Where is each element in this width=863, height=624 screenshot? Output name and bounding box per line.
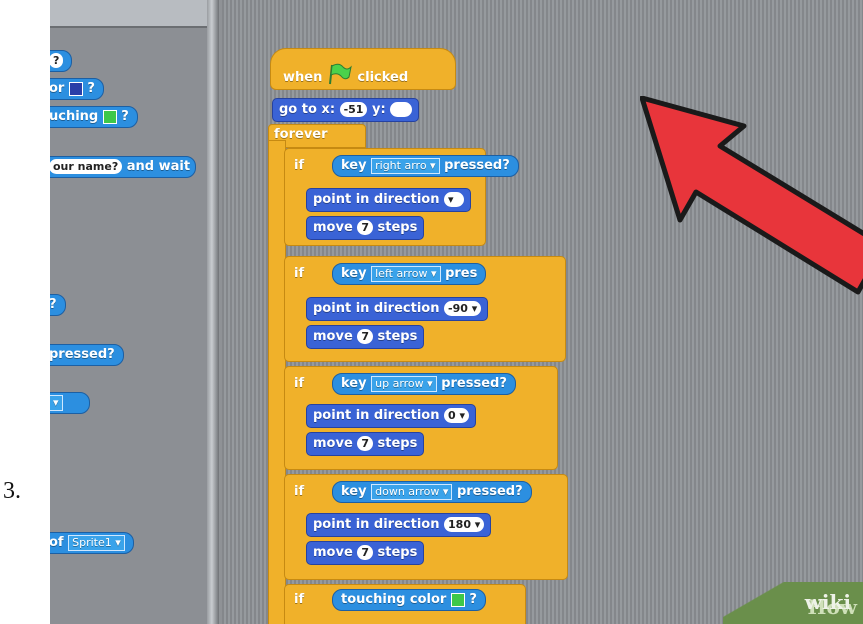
pressed-label: pressed? — [444, 158, 510, 173]
if-label: if — [294, 592, 305, 607]
pressed-label: pressed? — [441, 376, 507, 391]
move-label: move — [313, 545, 353, 560]
key-label: key — [341, 484, 367, 499]
key-pressed-condition[interactable]: key right arro ▾ pressed? — [332, 155, 519, 177]
palette-label: ? — [50, 297, 57, 312]
go-to-x-label: go to x: — [279, 102, 336, 117]
palette-touching-color-block[interactable]: uching ? — [50, 106, 138, 128]
move-label: move — [313, 329, 353, 344]
palette-sensing-block[interactable]: ? — [50, 50, 73, 72]
point-in-direction-block[interactable]: point in direction -90 ▾ — [306, 297, 489, 321]
screenshot-frame: ? or ? uching ? our name? and wait ? pre… — [50, 0, 863, 624]
move-steps-block[interactable]: move 7 steps — [306, 325, 425, 349]
steps-label: steps — [377, 220, 418, 235]
block-palette[interactable]: ? or ? uching ? our name? and wait ? pre… — [50, 0, 213, 624]
key-pressed-condition[interactable]: key left arrow ▾ pres — [332, 263, 487, 285]
key-label: key — [341, 266, 367, 281]
point-label: point in direction — [313, 192, 440, 207]
point-in-direction-block[interactable]: point in direction 0 ▾ — [306, 404, 477, 428]
palette-label: of — [50, 535, 64, 550]
palette-dropdown[interactable]: ▾ — [50, 394, 63, 411]
move-label: move — [313, 436, 353, 451]
pane-divider[interactable] — [207, 0, 219, 624]
scripts-area[interactable]: when clicked go to x: -51 y: forever if … — [222, 0, 863, 624]
move-steps-block[interactable]: move 7 steps — [306, 541, 425, 565]
green-flag-icon — [327, 63, 353, 92]
palette-label: or — [50, 81, 65, 96]
step-number: 3. — [3, 478, 21, 504]
steps-input[interactable]: 7 — [357, 436, 373, 451]
if-label: if — [294, 484, 305, 499]
color-swatch[interactable] — [68, 81, 83, 96]
direction-input[interactable]: 0 ▾ — [444, 408, 470, 423]
pressed-label: pressed? — [456, 484, 523, 499]
if-label: if — [294, 158, 305, 173]
palette-key-pressed-block[interactable]: pressed? — [50, 344, 124, 366]
palette-label: uching — [50, 109, 99, 124]
move-label: move — [313, 220, 353, 235]
steps-input[interactable]: 7 — [357, 329, 373, 344]
key-dropdown[interactable]: up arrow ▾ — [371, 375, 437, 392]
steps-input[interactable]: 7 — [357, 545, 373, 560]
key-dropdown[interactable]: left arrow ▾ — [371, 265, 441, 282]
palette-sensing-block-2[interactable]: ? — [50, 294, 66, 316]
when-flag-clicked-block[interactable]: when clicked — [270, 48, 456, 90]
palette-tail: ? — [121, 109, 129, 124]
palette-label: pressed? — [50, 347, 115, 362]
palette-ask-block[interactable]: our name? and wait — [50, 156, 197, 178]
watermark-wiki: wiki — [804, 590, 851, 614]
key-dropdown[interactable]: down arrow ▾ — [371, 483, 453, 500]
wikihow-watermark: wiki How — [723, 582, 863, 624]
direction-input[interactable]: -90 ▾ — [444, 301, 482, 316]
pressed-label: pres — [445, 266, 478, 281]
when-label: when — [283, 70, 323, 85]
key-pressed-condition[interactable]: key down arrow ▾ pressed? — [332, 481, 532, 503]
point-in-direction-block[interactable]: point in direction 180 ▾ — [306, 513, 492, 537]
color-swatch[interactable] — [450, 592, 465, 607]
palette-tail: ? — [87, 81, 95, 96]
palette-slot: ? — [50, 53, 64, 68]
steps-label: steps — [377, 436, 418, 451]
steps-label: steps — [377, 329, 418, 344]
point-label: point in direction — [313, 517, 440, 532]
y-label: y: — [371, 102, 386, 117]
palette-tail: and wait — [126, 159, 191, 174]
direction-input[interactable]: 180 ▾ — [444, 517, 485, 532]
key-label: key — [341, 158, 367, 173]
key-dropdown[interactable]: right arro ▾ — [371, 157, 440, 174]
point-label: point in direction — [313, 408, 440, 423]
clicked-label: clicked — [357, 70, 409, 85]
move-steps-block[interactable]: move 7 steps — [306, 432, 425, 456]
if-label: if — [294, 376, 305, 391]
point-in-direction-block[interactable]: point in direction ▾ — [306, 188, 472, 212]
touching-color-condition[interactable]: touching color ? — [332, 589, 486, 611]
palette-attribute-of-block[interactable]: of Sprite1 ▾ — [50, 532, 134, 554]
key-label: key — [341, 376, 367, 391]
x-input[interactable]: -51 — [339, 102, 368, 117]
palette-header — [50, 0, 210, 28]
sprite-dropdown[interactable]: Sprite1 ▾ — [68, 534, 125, 551]
direction-input[interactable]: ▾ — [444, 192, 465, 207]
touching-tail: ? — [469, 592, 477, 607]
red-arrow-pointer-icon — [640, 96, 863, 295]
color-swatch[interactable] — [102, 109, 117, 124]
move-steps-block[interactable]: move 7 steps — [306, 216, 425, 240]
go-to-xy-block[interactable]: go to x: -51 y: — [272, 98, 420, 122]
steps-label: steps — [377, 545, 418, 560]
key-pressed-condition[interactable]: key up arrow ▾ pressed? — [332, 373, 516, 395]
y-input[interactable] — [390, 102, 413, 117]
palette-slot: our name? — [50, 159, 123, 174]
touching-label: touching color — [341, 592, 447, 607]
steps-input[interactable]: 7 — [357, 220, 373, 235]
palette-menu-block[interactable]: ▾ — [50, 392, 90, 414]
if-label: if — [294, 266, 305, 281]
point-label: point in direction — [313, 301, 440, 316]
palette-color-block[interactable]: or ? — [50, 78, 104, 100]
